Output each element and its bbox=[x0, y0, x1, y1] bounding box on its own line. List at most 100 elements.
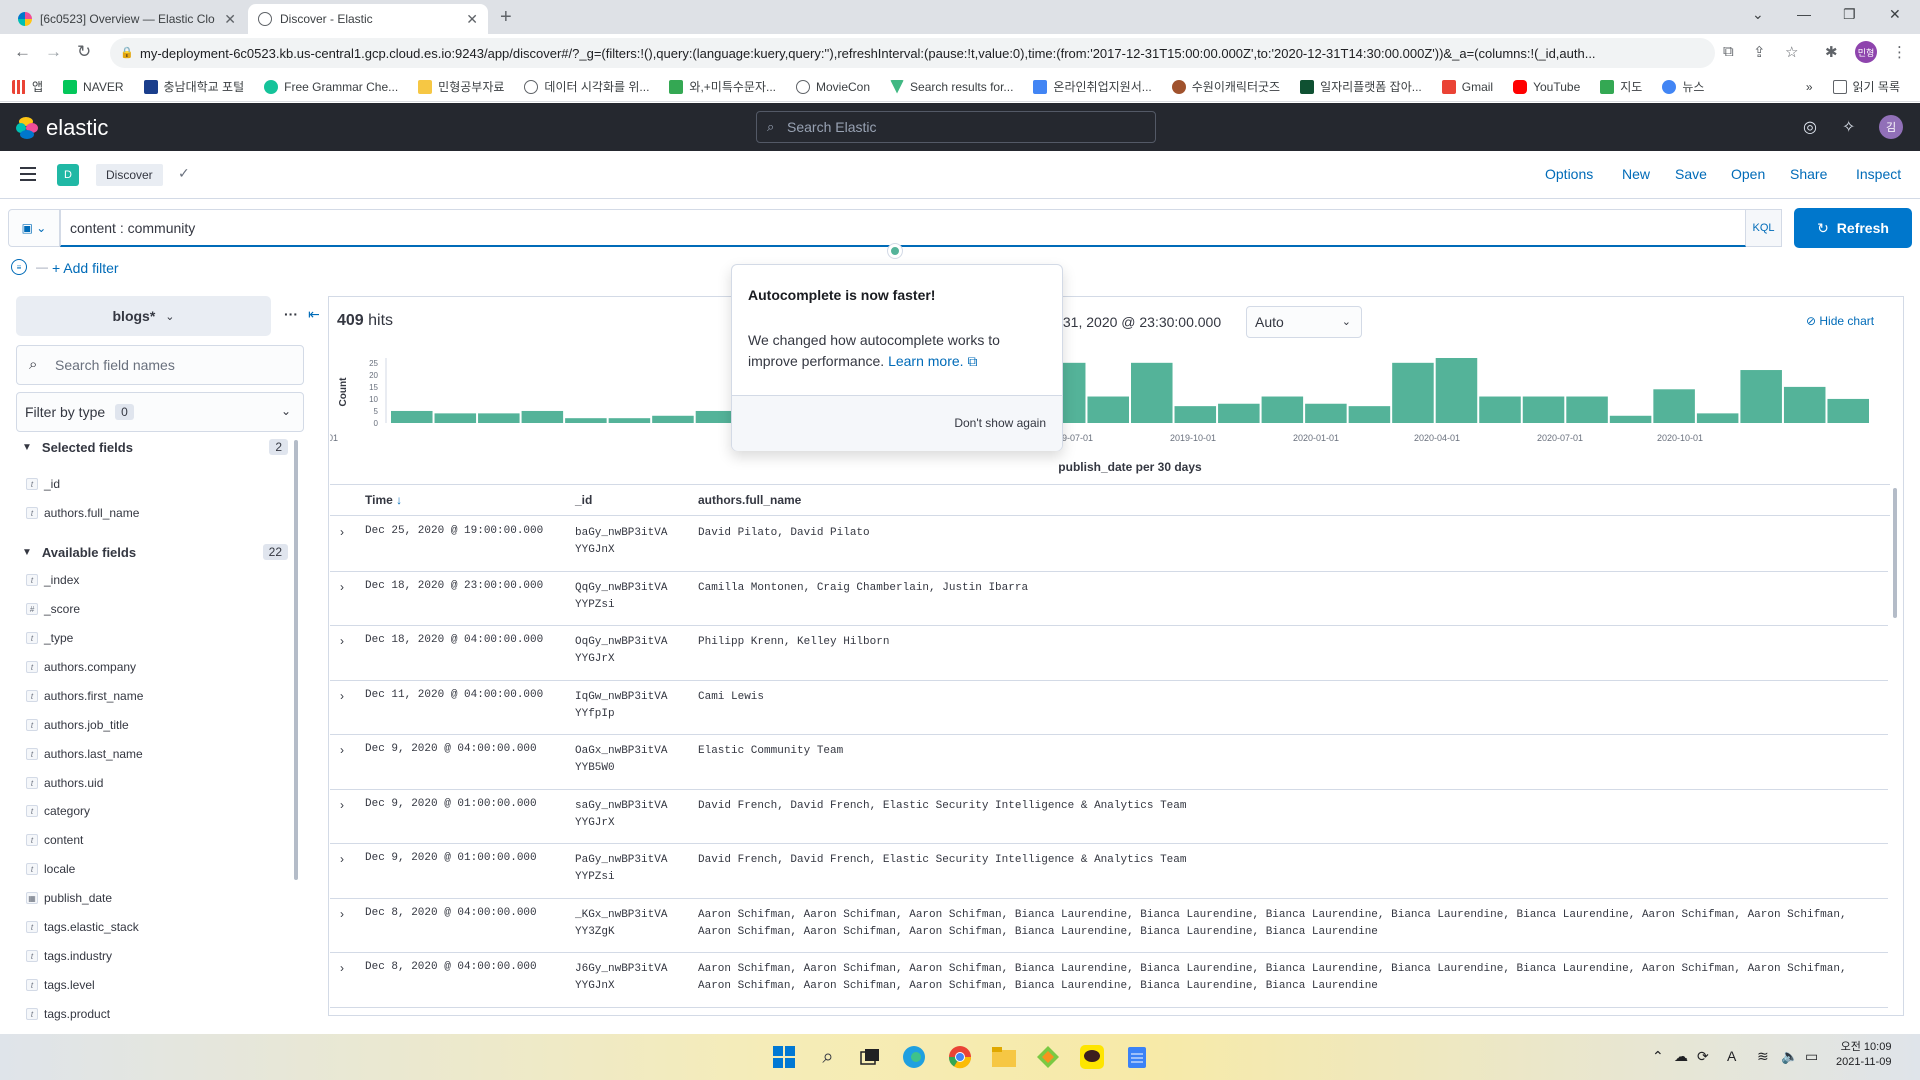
battery-icon[interactable]: ▭ bbox=[1805, 1048, 1818, 1065]
elastic-logo[interactable]: elastic bbox=[16, 115, 108, 141]
bookmark-star-icon[interactable]: ☆ bbox=[1785, 43, 1798, 61]
filter-options-icon[interactable]: ≡ bbox=[11, 259, 27, 275]
system-clock[interactable]: 오전 10:09 2021-11-09 bbox=[1836, 1040, 1891, 1070]
bookmark-moviecon[interactable]: MovieCon bbox=[796, 79, 870, 94]
bookmark-search-results[interactable]: Search results for... bbox=[890, 79, 1013, 94]
table-scrollbar[interactable] bbox=[1893, 488, 1897, 618]
bookmark-job-application[interactable]: 온라인취업지원서... bbox=[1033, 78, 1152, 95]
bookmark-cnu-portal[interactable]: 충남대학교 포털 bbox=[143, 78, 244, 95]
expand-row-icon[interactable]: › bbox=[340, 961, 344, 975]
selected-fields-header[interactable]: ▼ Selected fields 2 bbox=[22, 439, 288, 455]
browser-tab-discover[interactable]: Discover - Elastic ✕ bbox=[248, 4, 488, 34]
chrome-icon[interactable] bbox=[947, 1044, 973, 1070]
user-avatar[interactable]: 김 bbox=[1879, 115, 1903, 139]
filter-by-type-button[interactable]: Filter by type 0 ⌄ bbox=[16, 392, 304, 432]
notepad-icon[interactable] bbox=[1124, 1044, 1150, 1070]
back-icon[interactable]: ← bbox=[14, 42, 31, 62]
expand-row-icon[interactable]: › bbox=[340, 525, 344, 539]
expand-row-icon[interactable]: › bbox=[340, 689, 344, 703]
windows-start-icon[interactable] bbox=[771, 1044, 797, 1070]
breadcrumb[interactable]: Discover bbox=[96, 164, 163, 186]
sync-icon[interactable]: ⟳ bbox=[1697, 1048, 1709, 1065]
table-row[interactable]: › Dec 18, 2020 @ 23:00:00.000 QqGy_nwBP3it… bbox=[330, 572, 1888, 626]
tray-chevron-icon[interactable]: ⌃ bbox=[1652, 1048, 1664, 1065]
global-search-input[interactable]: ⌕ Search Elastic bbox=[756, 111, 1156, 143]
saved-query-button[interactable]: ▣ ⌄ bbox=[8, 209, 60, 247]
more-bookmarks-icon[interactable]: » bbox=[1806, 80, 1813, 94]
new-link[interactable]: New bbox=[1622, 166, 1650, 182]
translate-icon[interactable]: ⧉ bbox=[1723, 43, 1734, 60]
table-row[interactable]: › Dec 9, 2020 @ 01:00:00.000 PaGy_nwBP3itV… bbox=[330, 844, 1888, 899]
bookmark-suwon-goods[interactable]: 수원이캐릭터굿즈 bbox=[1171, 78, 1280, 95]
task-view-icon[interactable] bbox=[857, 1044, 883, 1070]
browser-menu-icon[interactable]: ⋮ bbox=[1892, 43, 1907, 61]
help-icon[interactable]: ◎ bbox=[1803, 117, 1817, 137]
more-options-icon[interactable]: ··· bbox=[284, 306, 298, 322]
dont-show-again-button[interactable]: Don't show again bbox=[954, 416, 1046, 430]
reading-list[interactable]: 읽기 목록 bbox=[1832, 78, 1900, 95]
bookmark-dataviz[interactable]: 데이터 시각화를 위... bbox=[524, 78, 649, 95]
extensions-icon[interactable]: ✱ bbox=[1825, 43, 1838, 61]
table-row[interactable]: › Dec 9, 2020 @ 04:00:00.000 OaGx_nwBP3itV… bbox=[330, 735, 1888, 790]
app-icon[interactable] bbox=[1035, 1044, 1061, 1070]
expand-row-icon[interactable]: › bbox=[340, 907, 344, 921]
volume-icon[interactable]: 🔈 bbox=[1781, 1048, 1798, 1065]
sidebar-scrollbar[interactable] bbox=[294, 440, 298, 880]
table-row[interactable]: › Dec 18, 2020 @ 04:00:00.000 OqGy_nwBP3it… bbox=[330, 626, 1888, 681]
field-item[interactable]: t tags.level bbox=[26, 978, 95, 992]
tab-search-icon[interactable]: ⌄ bbox=[1752, 6, 1764, 23]
hide-chart-button[interactable]: ⊘ Hide chart bbox=[1806, 314, 1874, 328]
forward-icon[interactable]: → bbox=[45, 42, 62, 62]
field-item[interactable]: t authors.job_title bbox=[26, 718, 129, 732]
table-row[interactable]: › Dec 8, 2020 @ 04:00:00.000 J6Gy_nwBP3itV… bbox=[330, 953, 1888, 1008]
collapse-sidebar-icon[interactable]: ⇤ bbox=[308, 306, 320, 323]
onedrive-icon[interactable]: ☁ bbox=[1674, 1048, 1688, 1065]
expand-row-icon[interactable]: › bbox=[340, 580, 344, 594]
field-item[interactable]: t _type bbox=[26, 631, 73, 645]
field-item[interactable]: t authors.company bbox=[26, 660, 136, 674]
bookmark-naver[interactable]: NAVER bbox=[63, 79, 124, 94]
options-link[interactable]: Options bbox=[1545, 166, 1593, 182]
field-item[interactable]: t authors.first_name bbox=[26, 689, 143, 703]
table-row[interactable]: › Dec 9, 2020 @ 01:00:00.000 saGy_nwBP3itV… bbox=[330, 790, 1888, 844]
reload-icon[interactable]: ↻ bbox=[77, 42, 91, 62]
field-item[interactable]: t tags.product bbox=[26, 1007, 110, 1021]
field-item[interactable]: t authors.uid bbox=[26, 776, 103, 790]
close-window-icon[interactable]: ✕ bbox=[1889, 6, 1901, 23]
field-item[interactable]: # _score bbox=[26, 602, 80, 616]
refresh-button[interactable]: ↻ Refresh bbox=[1794, 208, 1912, 248]
share-link[interactable]: Share bbox=[1790, 166, 1827, 182]
kql-toggle[interactable]: KQL bbox=[1746, 209, 1782, 247]
open-link[interactable]: Open bbox=[1731, 166, 1765, 182]
bookmark-special-chars[interactable]: 와,+미특수문자... bbox=[669, 78, 776, 95]
edge-icon[interactable] bbox=[901, 1044, 927, 1070]
field-item[interactable]: t _index bbox=[26, 573, 79, 587]
column-header-authors[interactable]: authors.full_name bbox=[698, 493, 801, 507]
add-filter-button[interactable]: + Add filter bbox=[52, 260, 119, 276]
field-item[interactable]: t _id bbox=[26, 477, 60, 491]
bookmark-youtube[interactable]: YouTube bbox=[1513, 79, 1580, 94]
table-row[interactable]: › Dec 11, 2020 @ 04:00:00.000 IqGw_nwBP3it… bbox=[330, 681, 1888, 735]
expand-row-icon[interactable]: › bbox=[340, 743, 344, 757]
expand-row-icon[interactable]: › bbox=[340, 798, 344, 812]
field-search-input[interactable]: ⌕ Search field names bbox=[16, 345, 304, 385]
bookmark-news[interactable]: 뉴스 bbox=[1662, 78, 1704, 95]
wifi-icon[interactable]: ≋ bbox=[1757, 1048, 1769, 1065]
field-item[interactable]: ▦ publish_date bbox=[26, 891, 112, 905]
share-page-icon[interactable]: ⇪ bbox=[1753, 43, 1766, 61]
minimize-icon[interactable]: — bbox=[1797, 6, 1811, 22]
search-icon[interactable]: ⌕ bbox=[815, 1044, 841, 1070]
expand-row-icon[interactable]: › bbox=[340, 634, 344, 648]
learn-more-link[interactable]: Learn more. ⧉ bbox=[888, 353, 977, 369]
sort-desc-icon[interactable]: ↓ bbox=[396, 493, 402, 507]
interval-select[interactable]: Auto ⌄ bbox=[1246, 306, 1362, 338]
field-item[interactable]: t locale bbox=[26, 862, 75, 876]
menu-icon[interactable] bbox=[20, 167, 36, 181]
ime-icon[interactable]: A bbox=[1727, 1048, 1736, 1064]
kakaotalk-icon[interactable] bbox=[1079, 1044, 1105, 1070]
browser-profile-avatar[interactable]: 민형 bbox=[1855, 41, 1877, 63]
bookmark-job-platform[interactable]: 일자리플랫폼 잡아... bbox=[1300, 78, 1422, 95]
news-feed-icon[interactable]: ✧ bbox=[1842, 117, 1855, 137]
field-item[interactable]: t authors.full_name bbox=[26, 506, 139, 520]
close-tab-icon[interactable]: ✕ bbox=[224, 11, 236, 28]
